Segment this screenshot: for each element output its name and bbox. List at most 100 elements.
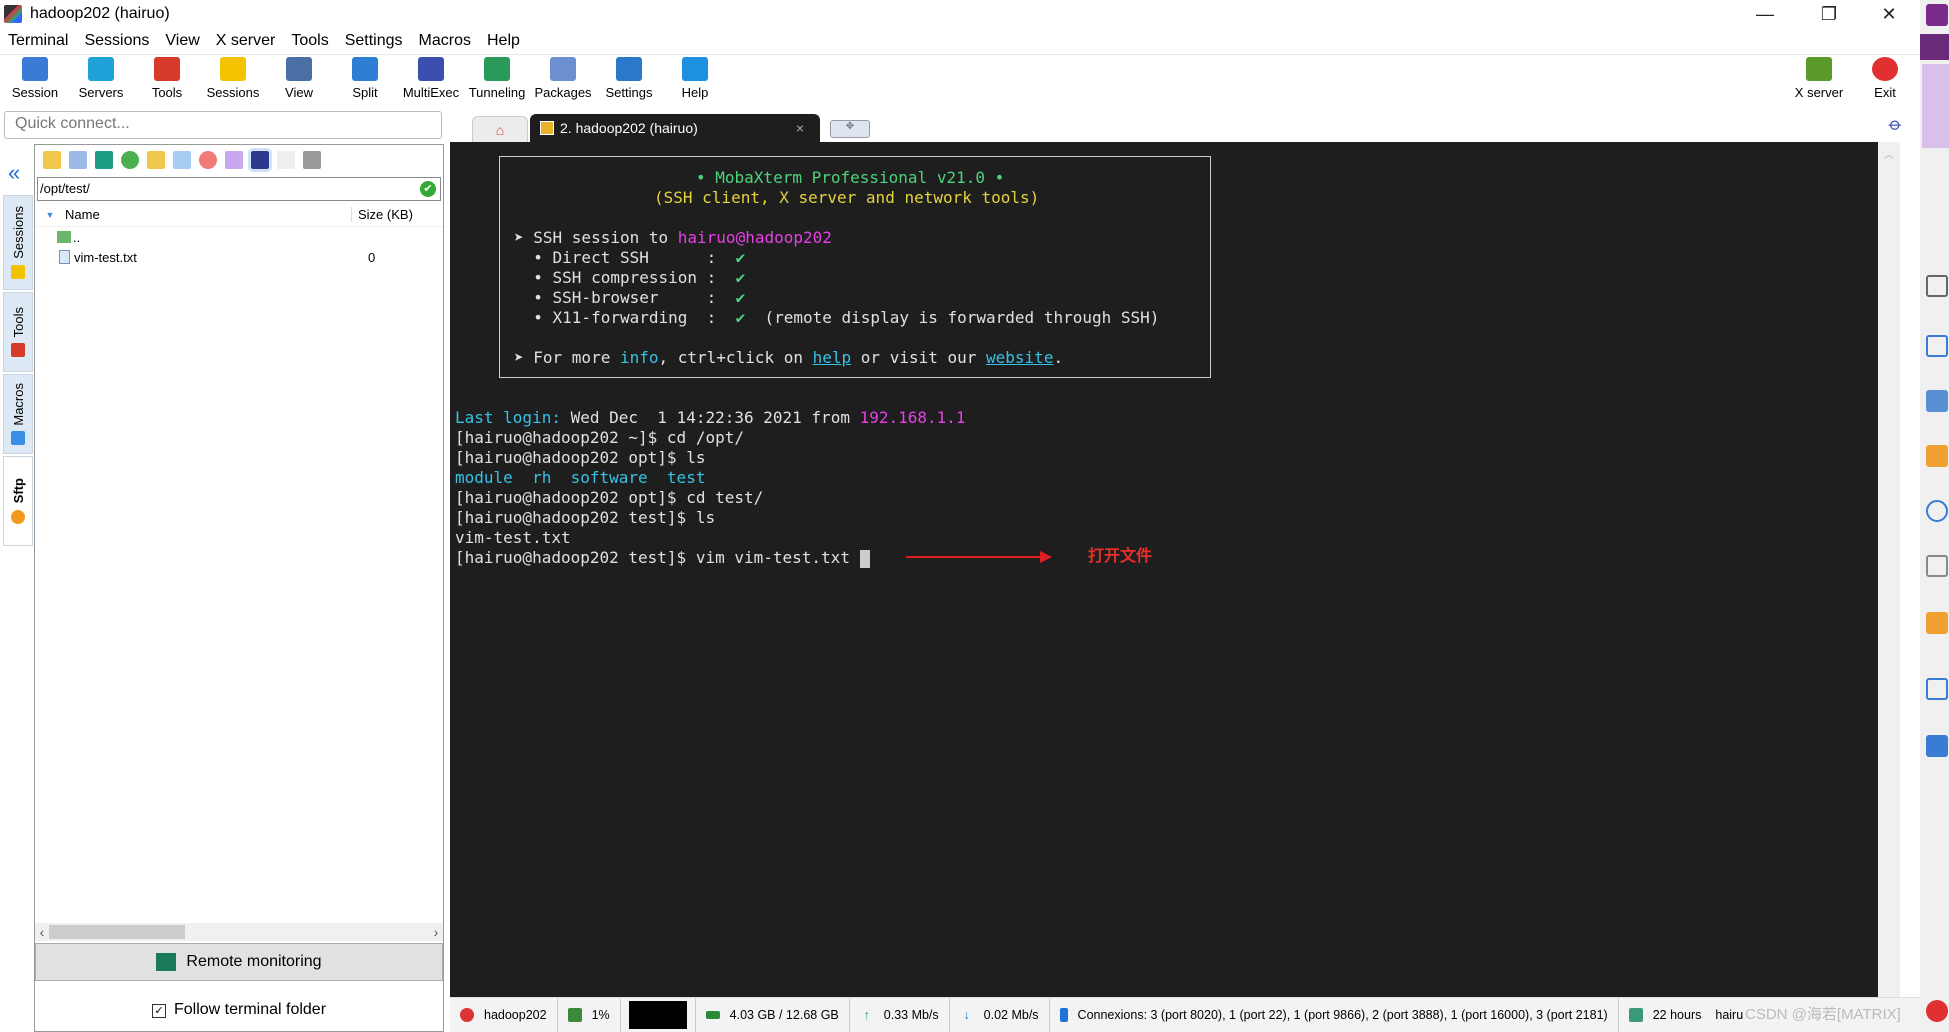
power-icon (1872, 57, 1898, 81)
remote-monitoring-button[interactable]: Remote monitoring (35, 943, 443, 981)
menu-settings[interactable]: Settings (337, 32, 411, 50)
toolbar-servers-button[interactable]: Servers (68, 57, 134, 100)
bookmark-icon[interactable] (1926, 275, 1948, 297)
pen-icon[interactable] (1926, 735, 1948, 757)
column-name[interactable]: Name (65, 207, 351, 222)
toolbar-settings-button[interactable]: Settings (596, 57, 662, 100)
permissions-icon[interactable] (248, 148, 272, 172)
minimize-button[interactable]: — (1742, 0, 1788, 28)
text: , ctrl+click on (658, 348, 813, 367)
attachment-icon[interactable] (1926, 500, 1948, 522)
side-app-strip (1920, 0, 1949, 1032)
menu-help[interactable]: Help (479, 32, 528, 50)
toolbar-label: Tools (151, 85, 183, 100)
vertical-scrollbar[interactable]: ︿ (1878, 142, 1900, 997)
file-row[interactable]: .. (35, 227, 443, 247)
banner-item: • X11-forwarding : ✔ (remote display is … (514, 308, 1159, 328)
toolbar-sessions-button[interactable]: Sessions (200, 57, 266, 100)
host-label: hadoop202 (484, 1008, 547, 1022)
new-tab-button[interactable]: ✥ (830, 120, 870, 138)
file-name: .. (73, 229, 81, 245)
menu-tools[interactable]: Tools (283, 32, 336, 50)
follow-checkbox[interactable]: ✓ (151, 1004, 166, 1018)
tools-icon (154, 57, 180, 81)
toolbar-multiexec-button[interactable]: MultiExec (398, 57, 464, 100)
terminal-line: [hairuo@hadoop202 opt]$ ls (455, 448, 706, 467)
form-icon[interactable] (1926, 678, 1948, 700)
tab-close-icon[interactable]: × (796, 120, 804, 136)
new-file-icon[interactable] (173, 151, 191, 169)
help-link[interactable]: help (813, 348, 852, 367)
file-list-header: ▼ Name Size (KB) (35, 203, 443, 227)
rename-icon[interactable] (225, 151, 243, 169)
file-name: vim-test.txt (74, 249, 137, 265)
signature-icon[interactable] (1926, 555, 1948, 577)
banner-item: • SSH compression : ✔ (514, 268, 745, 288)
path-field[interactable]: /opt/test/ ✔ (37, 177, 441, 201)
settings-icon (616, 57, 642, 81)
menu-view[interactable]: View (157, 32, 207, 50)
close-button[interactable]: ✕ (1866, 0, 1912, 28)
lock-icon[interactable] (1926, 612, 1948, 634)
toolbar-packages-button[interactable]: Packages (530, 57, 596, 100)
sftp-panel: /opt/test/ ✔ ▼ Name Size (KB) .. vim-test… (34, 144, 444, 1032)
layers-icon[interactable] (1926, 390, 1948, 412)
side-tab-macros[interactable]: Macros (3, 374, 33, 454)
maximize-button[interactable]: ❐ (1806, 0, 1852, 28)
toolbar-help-button[interactable]: Help (662, 57, 728, 100)
toolbar-exit-button[interactable]: Exit (1852, 57, 1918, 100)
toolbar-view-button[interactable]: View (266, 57, 332, 100)
menu-bar: Terminal Sessions View X server Tools Se… (0, 28, 528, 54)
check-icon[interactable]: ✔ (420, 181, 436, 197)
prompt-line: [hairuo@hadoop202 test]$ vim vim-test.tx… (455, 548, 870, 568)
website-link[interactable]: website (986, 348, 1053, 367)
delete-icon[interactable] (199, 151, 217, 169)
tab-session[interactable]: 2. hadoop202 (hairuo) × (530, 114, 820, 142)
side-tab-tools[interactable]: Tools (3, 292, 33, 372)
terminal-icon[interactable] (303, 151, 321, 169)
new-folder-icon[interactable] (147, 151, 165, 169)
watermark: CSDN @海若[MATRIX] (1745, 1006, 1901, 1023)
follow-terminal-folder[interactable]: ✓ Follow terminal folder (35, 1001, 443, 1019)
toolbar-label: X server (1794, 85, 1844, 100)
scroll-right-icon[interactable]: › (429, 924, 443, 940)
toolbar-tunneling-button[interactable]: Tunneling (464, 57, 530, 100)
scroll-left-icon[interactable]: ‹ (35, 924, 49, 940)
menu-macros[interactable]: Macros (411, 32, 479, 50)
home-tab[interactable]: ⌂ (472, 116, 528, 142)
sort-icon: ▼ (45, 209, 55, 220)
upload-icon: ↑ (863, 1008, 870, 1022)
column-size[interactable]: Size (KB) (351, 207, 413, 222)
toolbar-session-button[interactable]: Session (2, 57, 68, 100)
menu-sessions[interactable]: Sessions (76, 32, 157, 50)
app-logo-icon[interactable] (1926, 4, 1948, 26)
hand-tool-icon[interactable] (1922, 64, 1949, 148)
toolbar-tools-button[interactable]: Tools (134, 57, 200, 100)
toolbar: Session Servers Tools Sessions View Split Mult… (0, 54, 1920, 106)
refresh-icon[interactable] (121, 151, 139, 169)
file-row[interactable]: vim-test.txt 0 (35, 247, 443, 267)
terminal[interactable]: • MobaXterm Professional v21.0 • (SSH cl… (450, 142, 1900, 997)
side-tab-sftp[interactable]: Sftp (3, 456, 33, 546)
upload-icon[interactable] (95, 151, 113, 169)
pages-icon[interactable] (1926, 335, 1948, 357)
menu-xserver[interactable]: X server (208, 32, 284, 50)
magic-wand-icon[interactable] (277, 151, 295, 169)
info-link[interactable]: info (620, 348, 659, 367)
scroll-thumb[interactable] (49, 925, 185, 939)
remote-monitoring-label: Remote monitoring (186, 953, 322, 970)
user-value: hairu (1715, 1008, 1744, 1022)
status-upload: ↑ 0.33 Mb/s (850, 998, 950, 1032)
parent-folder-icon[interactable] (43, 151, 61, 169)
download-icon[interactable] (69, 151, 87, 169)
scroll-up-icon[interactable]: ︿ (1878, 146, 1900, 161)
comment-icon[interactable] (1926, 445, 1948, 467)
horizontal-scrollbar[interactable]: ‹ › (35, 923, 443, 941)
toolbar-x-server-button[interactable]: X server (1786, 57, 1852, 100)
side-tab-sessions[interactable]: Sessions (3, 195, 33, 290)
collapse-icon[interactable]: « (8, 160, 20, 186)
menu-terminal[interactable]: Terminal (0, 32, 76, 50)
toolbar-split-button[interactable]: Split (332, 57, 398, 100)
close-red-icon[interactable] (1926, 1000, 1948, 1022)
quick-connect-input[interactable]: Quick connect... (4, 111, 442, 139)
